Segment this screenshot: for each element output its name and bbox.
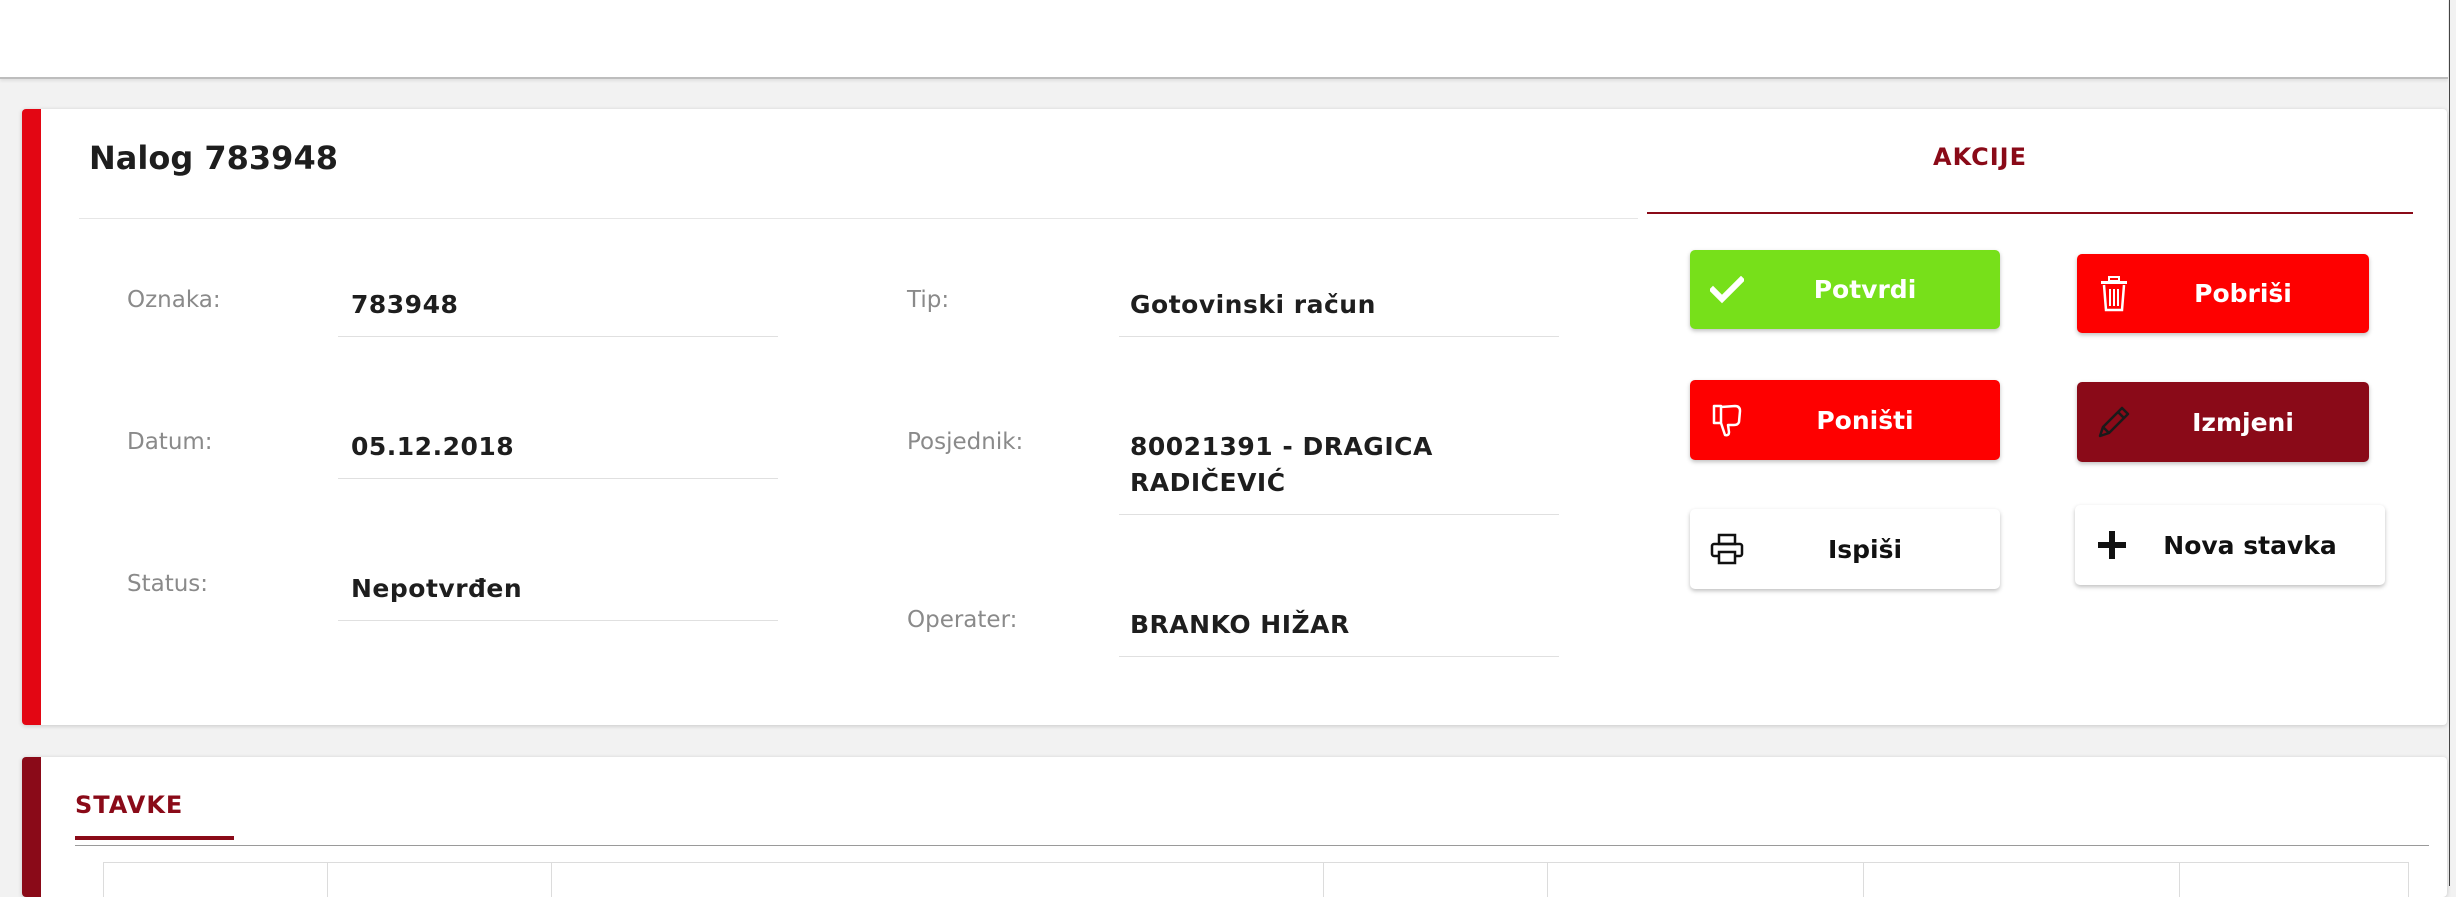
izmijeni-button-label: Izmjeni xyxy=(2192,407,2294,437)
items-card: STAVKE xyxy=(22,757,2447,897)
tab-active-indicator xyxy=(75,836,234,840)
ispisi-button-label: Ispiši xyxy=(1827,534,1903,564)
datum-value: 05.12.2018 xyxy=(351,432,515,461)
title-divider xyxy=(79,218,1638,219)
tip-label: Tip: xyxy=(907,287,950,313)
actions-heading: AKCIJE xyxy=(1933,143,2027,171)
top-app-bar xyxy=(0,0,2448,79)
table-header-cell xyxy=(552,863,1324,897)
nova-stavka-button-label: Nova stavka xyxy=(2163,530,2337,560)
tip-underline xyxy=(1119,336,1559,337)
posjednik-underline xyxy=(1119,514,1559,515)
datum-underline xyxy=(338,478,778,479)
potvrdi-button-label: Potvrdi xyxy=(1813,275,1917,304)
pobrisi-button-label: Pobriši xyxy=(2194,279,2292,308)
ponisti-button-label: Poništi xyxy=(1816,405,1914,435)
nova-stavka-button[interactable]: Nova stavka xyxy=(2075,505,2385,585)
table-header-cell xyxy=(1864,863,2180,897)
actions-divider xyxy=(1647,212,2413,214)
posjednik-label: Posjednik: xyxy=(907,429,1024,455)
page-title: Nalog 783948 xyxy=(89,139,338,177)
operater-underline xyxy=(1119,656,1559,657)
items-table-header xyxy=(103,862,2409,897)
oznaka-label: Oznaka: xyxy=(127,287,221,313)
ispisi-button[interactable]: Ispiši xyxy=(1690,509,2000,589)
oznaka-underline xyxy=(338,336,778,337)
window-edge xyxy=(2449,0,2450,886)
table-header-cell xyxy=(328,863,552,897)
tip-value: Gotovinski račun xyxy=(1130,290,1376,319)
status-value: Nepotvrđen xyxy=(351,574,523,603)
tab-stavke[interactable]: STAVKE xyxy=(75,791,183,819)
table-header-cell xyxy=(104,863,328,897)
pobrisi-button[interactable]: Pobriši xyxy=(2077,254,2369,333)
order-details-card: Nalog 783948 Oznaka: 783948 Datum: 05.12… xyxy=(22,109,2447,725)
tabs-divider xyxy=(75,845,2429,846)
oznaka-value: 783948 xyxy=(351,290,459,319)
izmijeni-button[interactable]: Izmjeni xyxy=(2077,382,2369,462)
potvrdi-button[interactable]: Potvrdi xyxy=(1690,250,2000,329)
table-header-cell xyxy=(1548,863,1864,897)
status-label: Status: xyxy=(127,571,209,597)
posjednik-value-line1: 80021391 - DRAGICA xyxy=(1130,432,1433,461)
posjednik-value-line2: RADIČEVIĆ xyxy=(1130,468,1286,497)
datum-label: Datum: xyxy=(127,429,213,455)
table-header-cell xyxy=(1324,863,1548,897)
ponisti-button[interactable]: Poništi xyxy=(1690,380,2000,460)
table-header-cell xyxy=(2180,863,2406,897)
operater-value: BRANKO HIŽAR xyxy=(1130,610,1350,639)
operater-label: Operater: xyxy=(907,607,1018,633)
status-underline xyxy=(338,620,778,621)
